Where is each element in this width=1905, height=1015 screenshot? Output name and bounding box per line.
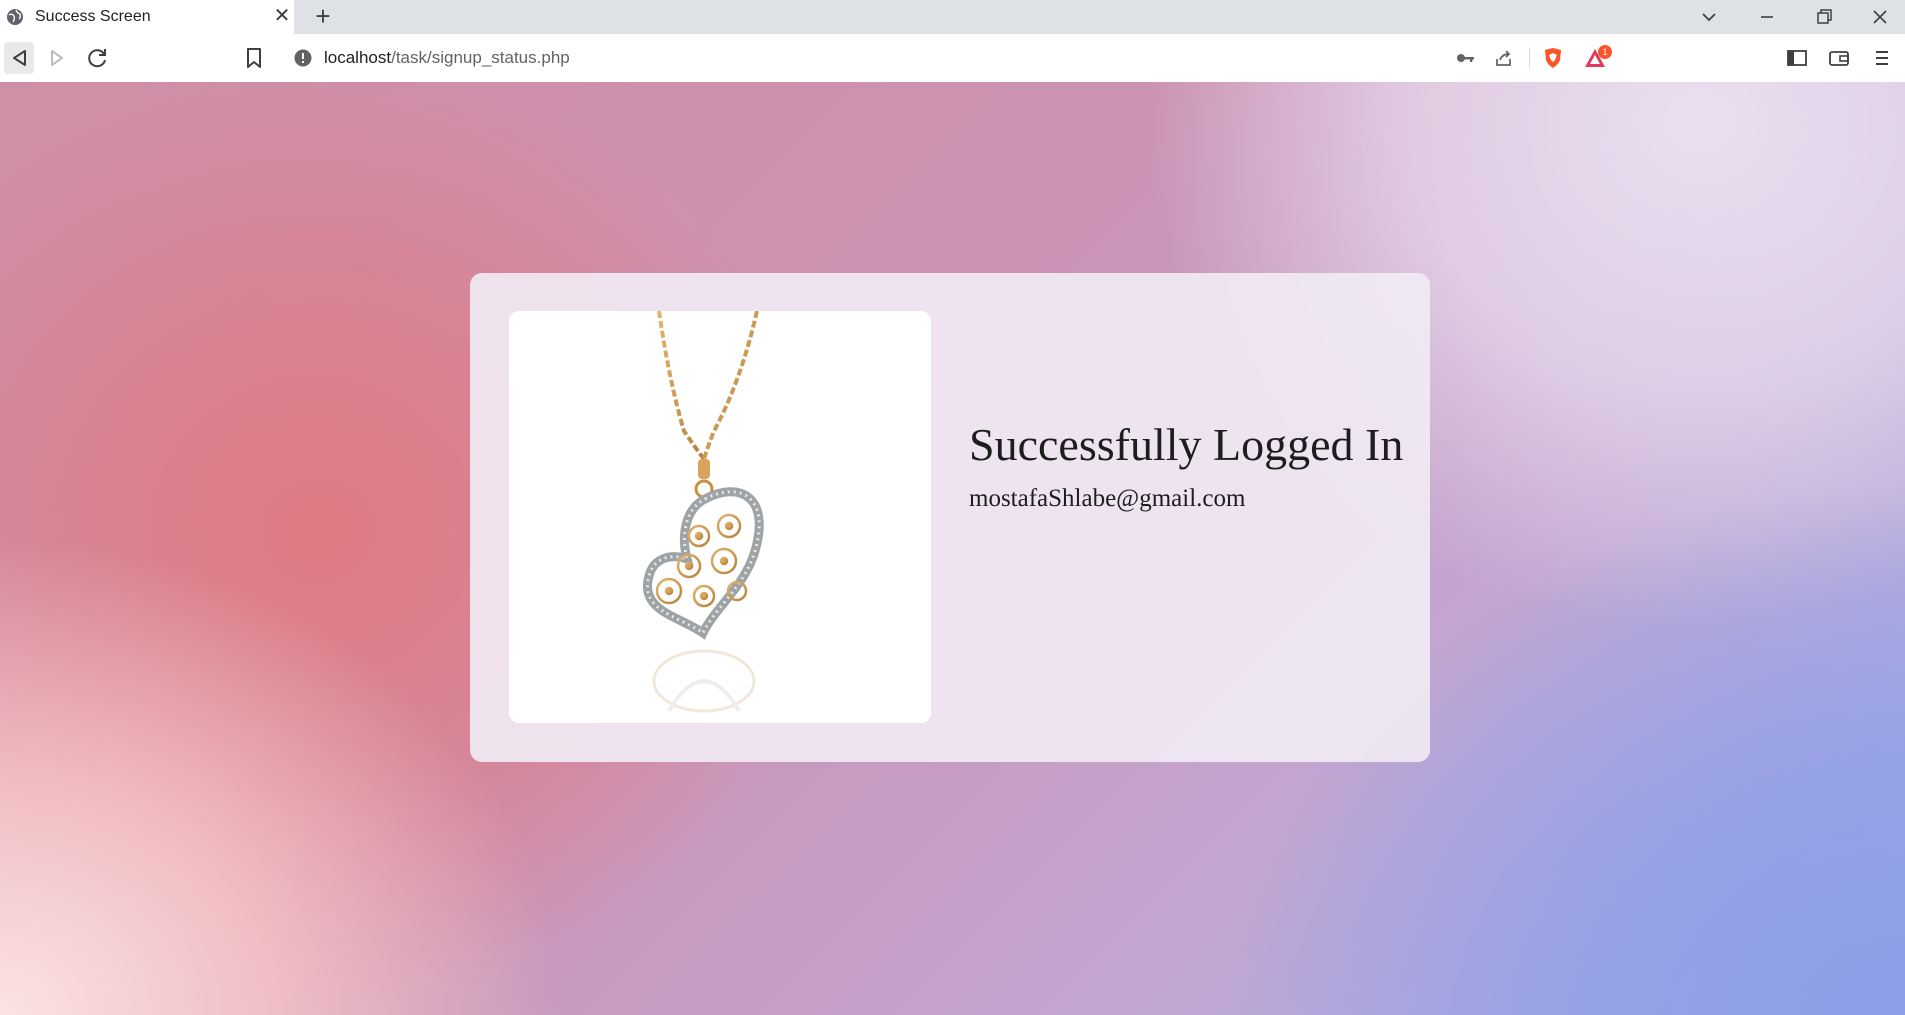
bookmark-icon[interactable] xyxy=(240,44,268,72)
minimize-icon[interactable] xyxy=(1755,5,1779,29)
not-secure-info-icon[interactable] xyxy=(294,49,312,67)
success-card: Successfully Logged In mostafaShlabe@gma… xyxy=(470,273,1430,762)
sidebar-toggle-icon[interactable] xyxy=(1783,44,1811,72)
close-window-icon[interactable] xyxy=(1868,5,1892,29)
brave-shields-icon[interactable] xyxy=(1542,47,1564,69)
tab-title: Success Screen xyxy=(35,8,151,25)
user-email: mostafaShlabe@gmail.com xyxy=(969,485,1246,512)
browser-toolbar: localhost/task/signup_status.php 1 xyxy=(0,34,1905,83)
url-host: localhost xyxy=(324,48,392,67)
key-icon[interactable] xyxy=(1454,47,1476,69)
necklace-image xyxy=(509,311,931,723)
url-text[interactable]: localhost/task/signup_status.php xyxy=(324,48,570,68)
tab-close-icon[interactable]: ✕ xyxy=(272,5,292,27)
restore-icon[interactable] xyxy=(1812,5,1836,29)
forward-arrow-icon[interactable] xyxy=(43,44,71,72)
tab-success-screen[interactable]: Success Screen ✕ xyxy=(0,0,294,34)
reload-icon[interactable] xyxy=(84,44,112,72)
tab-strip: Success Screen ✕ + xyxy=(0,0,1905,34)
omnibox-divider xyxy=(1529,47,1530,69)
url-path: /task/signup_status.php xyxy=(391,48,570,67)
share-icon[interactable] xyxy=(1493,47,1515,69)
rewards-badge: 1 xyxy=(1598,45,1612,59)
new-tab-button[interactable]: + xyxy=(310,3,336,29)
back-button[interactable] xyxy=(4,42,34,74)
globe-icon xyxy=(7,9,23,25)
success-heading: Successfully Logged In xyxy=(969,419,1404,470)
tab-search-chevron-icon[interactable] xyxy=(1697,5,1721,29)
menu-icon[interactable] xyxy=(1868,44,1896,72)
address-bar[interactable]: localhost/task/signup_status.php 1 xyxy=(282,40,1618,76)
wallet-icon[interactable] xyxy=(1825,44,1853,72)
back-arrow-icon xyxy=(13,50,26,66)
page-background: Successfully Logged In mostafaShlabe@gma… xyxy=(0,82,1905,1015)
brave-rewards-button[interactable]: 1 xyxy=(1583,45,1612,72)
heart-pendant-necklace-picture xyxy=(642,311,764,713)
